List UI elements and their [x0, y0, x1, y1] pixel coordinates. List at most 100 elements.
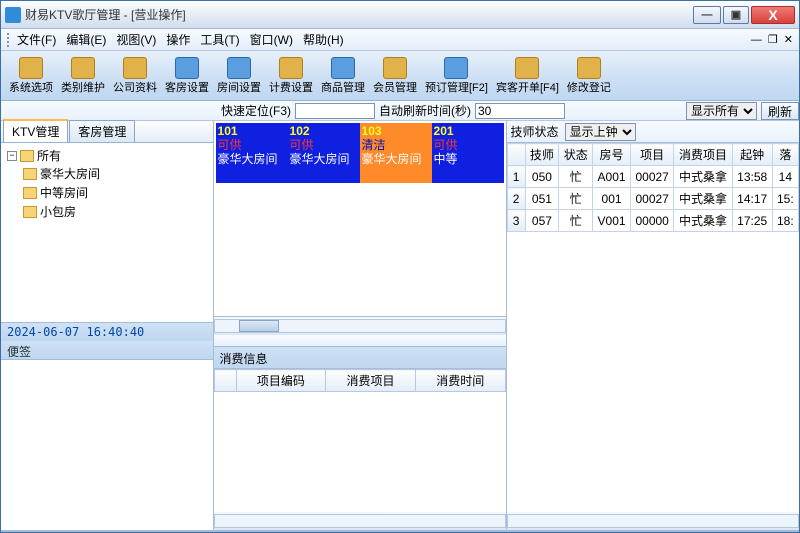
window-controls: — ▣ X — [693, 6, 795, 24]
mdi-close-button[interactable]: ✕ — [784, 33, 793, 46]
room-type: 豪华大房间 — [218, 152, 286, 166]
tree-item-label: 小包房 — [40, 203, 76, 220]
consumption-rowheader — [214, 370, 236, 392]
toolbar-button[interactable]: 类别维护 — [59, 54, 107, 98]
tree-item[interactable]: 中等房间 — [23, 183, 207, 202]
room-status: 可供 — [218, 138, 286, 152]
toolbar-label: 类别维护 — [61, 79, 105, 95]
toolbar-button[interactable]: 系统选项 — [7, 54, 55, 98]
room-tile[interactable]: 201可供中等 — [432, 123, 504, 183]
window-title: 财易KTV歌厅管理 - [营业操作] — [25, 6, 693, 23]
consumption-header: 消费信息 — [214, 347, 506, 369]
toolbar-icon — [331, 57, 355, 79]
tree-item[interactable]: 小包房 — [23, 202, 207, 221]
menu-view[interactable]: 视图(V) — [116, 31, 156, 48]
tree-item[interactable]: 豪华大房间 — [23, 164, 207, 183]
tech-row[interactable]: 3057忙V00100000中式桑拿17:2518: — [507, 210, 798, 232]
tech-col[interactable]: 房号 — [593, 144, 631, 166]
consumption-scrollbar[interactable] — [214, 512, 506, 530]
toolbar-label: 商品管理 — [321, 79, 365, 95]
toolbar-label: 预订管理[F2] — [425, 79, 488, 95]
toolbar-icon — [19, 57, 43, 79]
menu-window[interactable]: 窗口(W) — [250, 31, 293, 48]
room-tile[interactable]: 102可供豪华大房间 — [288, 123, 360, 183]
toolbar-label: 修改登记 — [567, 79, 611, 95]
menu-file[interactable]: 文件(F) — [17, 31, 56, 48]
tech-row[interactable]: 1050忙A00100027中式桑拿13:5814 — [507, 166, 798, 188]
folder-icon — [23, 206, 37, 218]
consumption-panel: 项目编码 消费项目 消费时间 — [214, 369, 506, 512]
toolbar-label: 宾客开单[F4] — [496, 79, 559, 95]
middle-panel: 101可供豪华大房间102可供豪华大房间103清洁豪华大房间201可供中等 消费… — [214, 121, 507, 530]
tab-ktv[interactable]: KTV管理 — [3, 119, 68, 142]
tech-table: 技师状态房号项目消费项目起钟落 1050忙A00100027中式桑拿13:581… — [507, 143, 799, 232]
mdi-restore-button[interactable]: ❐ — [768, 33, 778, 46]
toolbar-icon — [227, 57, 251, 79]
tree-item-label: 豪华大房间 — [40, 165, 100, 182]
toolbar-button[interactable]: 预订管理[F2] — [423, 54, 490, 98]
left-panel: KTV管理 客房管理 − 所有 豪华大房间中等房间小包房 2024-06-07 … — [1, 121, 214, 530]
room-type: 豪华大房间 — [362, 152, 430, 166]
folder-icon — [20, 150, 34, 162]
tech-filter-select[interactable]: 显示上钟 — [565, 123, 636, 141]
note-body[interactable] — [1, 359, 213, 531]
toolbar-label: 系统选项 — [9, 79, 53, 95]
tree-root[interactable]: − 所有 — [7, 147, 207, 164]
menu-help[interactable]: 帮助(H) — [303, 31, 344, 48]
room-status: 可供 — [434, 138, 502, 152]
consumption-col-item[interactable]: 消费项目 — [326, 370, 416, 392]
toolbar-button[interactable]: 房间设置 — [215, 54, 263, 98]
tech-col[interactable]: 落 — [772, 144, 798, 166]
toolbar-icon — [175, 57, 199, 79]
toolbar-icon — [577, 57, 601, 79]
toolbar-label: 计费设置 — [269, 79, 313, 95]
room-number: 101 — [218, 124, 286, 138]
menu-operate[interactable]: 操作 — [166, 31, 190, 48]
tech-row[interactable]: 2051忙00100027中式桑拿14:1715: — [507, 188, 798, 210]
tech-col[interactable]: 技师 — [525, 144, 559, 166]
tech-col[interactable]: 起钟 — [732, 144, 772, 166]
right-panel: 技师状态 显示上钟 技师状态房号项目消费项目起钟落 1050忙A00100027… — [507, 121, 799, 530]
collapse-icon[interactable]: − — [7, 151, 17, 161]
show-filter-select[interactable]: 显示所有 — [686, 102, 757, 120]
tab-room[interactable]: 客房管理 — [69, 120, 135, 142]
row-index: 2 — [507, 188, 525, 210]
quick-locate-label: 快速定位(F3) — [221, 102, 291, 119]
toolbar-icon — [279, 57, 303, 79]
menu-tools[interactable]: 工具(T) — [200, 31, 239, 48]
toolbar-button[interactable]: 公司资料 — [111, 54, 159, 98]
toolbar-icon — [71, 57, 95, 79]
tech-col[interactable]: 状态 — [559, 144, 593, 166]
room-tile[interactable]: 101可供豪华大房间 — [216, 123, 288, 183]
scrollbar-thumb[interactable] — [239, 320, 279, 332]
tech-col[interactable]: 项目 — [631, 144, 674, 166]
room-scrollbar[interactable] — [214, 317, 506, 335]
menu-edit[interactable]: 编辑(E) — [66, 31, 106, 48]
toolbar-button[interactable]: 商品管理 — [319, 54, 367, 98]
toolbar-button[interactable]: 宾客开单[F4] — [494, 54, 561, 98]
consumption-col-time[interactable]: 消费时间 — [415, 370, 505, 392]
consumption-col-code[interactable]: 项目编码 — [236, 370, 326, 392]
note-header: 便签 — [1, 341, 213, 359]
room-tile[interactable]: 103清洁豪华大房间 — [360, 123, 432, 183]
toolbar: 系统选项类别维护公司资料客房设置房间设置计费设置商品管理会员管理预订管理[F2]… — [1, 51, 799, 101]
toolbar-button[interactable]: 修改登记 — [565, 54, 613, 98]
consumption-table: 项目编码 消费项目 消费时间 — [214, 369, 506, 392]
toolbar-label: 房间设置 — [217, 79, 261, 95]
refresh-button[interactable]: 刷新 — [761, 102, 799, 120]
mdi-minimize-button[interactable]: — — [751, 34, 762, 46]
quick-locate-input[interactable] — [295, 103, 375, 119]
auto-refresh-input[interactable] — [475, 103, 565, 119]
toolbar-button[interactable]: 客房设置 — [163, 54, 211, 98]
tech-header: 技师状态 显示上钟 — [507, 121, 799, 143]
tech-col[interactable]: 消费项目 — [674, 144, 732, 166]
toolbar-button[interactable]: 会员管理 — [371, 54, 419, 98]
tech-scrollbar[interactable] — [507, 512, 799, 530]
maximize-button[interactable]: ▣ — [723, 6, 749, 24]
timestamp: 2024-06-07 16:40:40 — [1, 323, 213, 341]
toolbar-button[interactable]: 计费设置 — [267, 54, 315, 98]
room-status: 清洁 — [362, 138, 430, 152]
room-number: 102 — [290, 124, 358, 138]
minimize-button[interactable]: — — [693, 6, 721, 24]
close-button[interactable]: X — [751, 6, 795, 24]
